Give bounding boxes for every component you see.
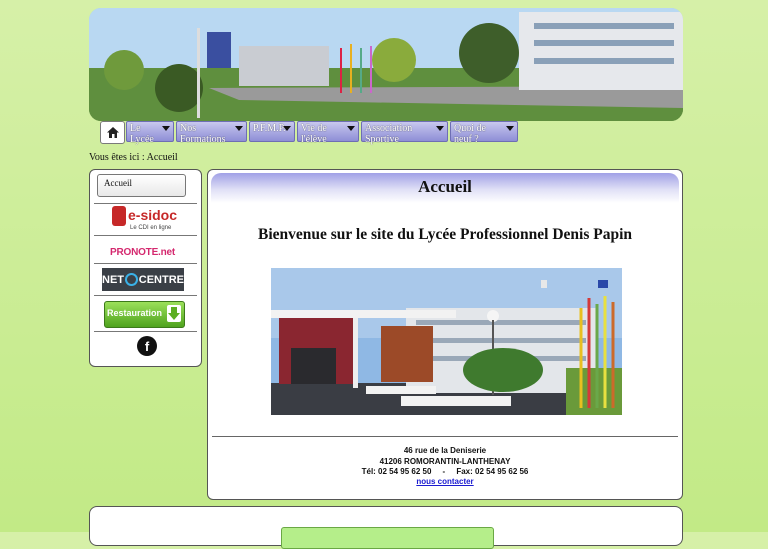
- divider: [94, 295, 197, 296]
- netocentre-label-left: NET: [102, 273, 124, 286]
- restauration-label: Restauration: [107, 308, 163, 318]
- contact-row: nous contacter: [208, 477, 682, 486]
- home-button[interactable]: [100, 121, 125, 144]
- menu-label: Association Sportive: [365, 123, 413, 145]
- chevron-down-icon: [347, 126, 355, 131]
- esidoc-link[interactable]: e-sidoc Le CDI en ligne: [110, 206, 180, 234]
- welcome-heading: Bienvenue sur le site du Lycée Professio…: [257, 226, 633, 243]
- menu-pfmp[interactable]: P.F.M.P.: [249, 121, 295, 142]
- esidoc-sublabel: Le CDI en ligne: [130, 225, 172, 231]
- footer-box: [89, 506, 683, 549]
- contact-link[interactable]: nous contacter: [416, 477, 473, 486]
- pronote-link[interactable]: PRONOTE.net: [110, 242, 180, 258]
- chevron-down-icon: [283, 126, 291, 131]
- divider: [94, 235, 197, 236]
- divider: [94, 331, 197, 332]
- netocentre-ring-icon: [125, 273, 138, 286]
- phone-fax: Tél: 02 54 95 62 50 - Fax: 02 54 95 62 5…: [361, 467, 529, 476]
- divider: [212, 436, 678, 437]
- facebook-link[interactable]: f: [137, 336, 157, 356]
- footer-green-button[interactable]: [281, 527, 494, 549]
- chevron-down-icon: [162, 126, 170, 131]
- menu-label: Le Lycée: [130, 123, 154, 145]
- netocentre-label-right: CENTRE: [138, 273, 184, 286]
- download-arrow-icon: [167, 305, 181, 322]
- menu-le-lycee[interactable]: Le Lycée: [126, 121, 174, 145]
- menu-label: Nos Formations: [180, 123, 226, 145]
- chevron-down-icon: [436, 126, 444, 131]
- address-city: 41206 ROMORANTIN-LANTHENAY: [379, 457, 511, 466]
- menu-nos-formations[interactable]: Nos Formations: [176, 121, 247, 145]
- esidoc-label: e-sidoc: [128, 207, 178, 223]
- page-title: Accueil: [418, 177, 472, 196]
- chevron-down-icon: [235, 126, 243, 131]
- address-street: 46 rue de la Deniserie: [403, 446, 487, 455]
- header-banner: [89, 8, 683, 121]
- divider: [94, 263, 197, 264]
- main-content: Accueil Bienvenue sur le site du Lycée P…: [207, 169, 683, 500]
- school-entrance-photo: [271, 268, 622, 415]
- sidebar: Accueil e-sidoc Le CDI en ligne PRONOTE.…: [89, 169, 202, 367]
- esidoc-logo-icon: [112, 206, 126, 226]
- menu-label: P.F.M.P.: [253, 123, 286, 134]
- menu-vie-eleve[interactable]: Vie de l'élève: [297, 121, 359, 145]
- chevron-down-icon: [506, 126, 514, 131]
- facebook-icon: f: [144, 338, 150, 354]
- pronote-label: PRONOTE.net: [110, 247, 176, 258]
- menu-quoi-de-neuf[interactable]: Quoi de neuf ?: [450, 121, 518, 145]
- menu-association-sportive[interactable]: Association Sportive: [361, 121, 448, 145]
- sidebar-item-accueil[interactable]: Accueil: [97, 174, 186, 197]
- netocentre-link[interactable]: NET CENTRE: [102, 268, 184, 291]
- banner-campus-image: [89, 8, 683, 121]
- breadcrumb: Vous êtes ici : Accueil: [89, 152, 178, 163]
- restauration-link[interactable]: Restauration: [104, 301, 185, 328]
- divider: [94, 203, 197, 204]
- menu-label: Quoi de neuf ?: [454, 123, 486, 145]
- menu-label: Vie de l'élève: [301, 123, 327, 145]
- house-icon: [106, 127, 119, 138]
